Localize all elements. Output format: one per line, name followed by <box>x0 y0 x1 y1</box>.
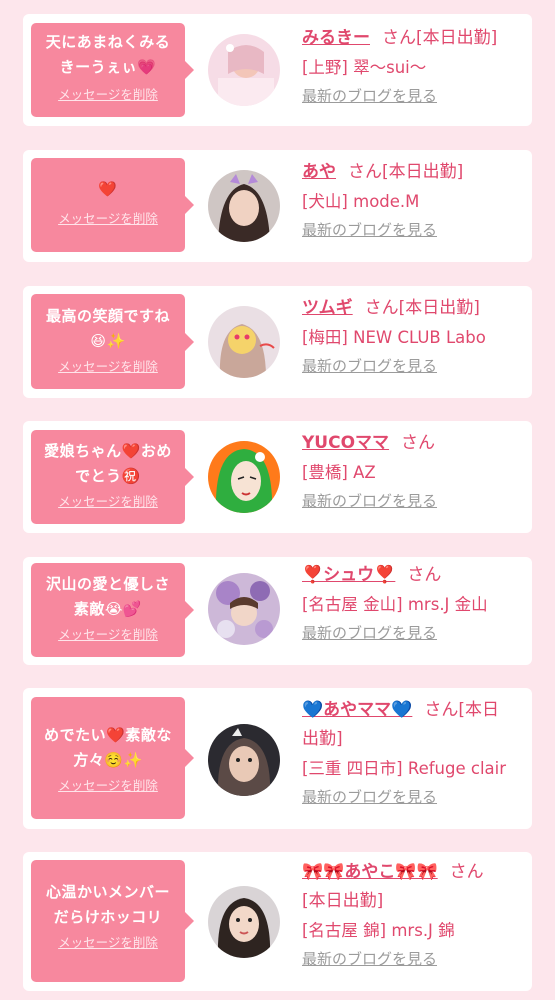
message-card: 心温かいメンバー だらけホッコリ メッセージを削除 🎀🎀あやこ🎀🎀 さん [本日出… <box>23 852 532 991</box>
latest-blog-link[interactable]: 最新のブログを見る <box>302 218 437 242</box>
avatar[interactable] <box>208 34 280 106</box>
message-text: 最高の笑顔ですね <box>45 307 170 325</box>
member-info: 💙あやママ💙 さん[本日 出勤] [三重 四日市] Refuge clair 最新… <box>302 696 522 809</box>
member-status: さん <box>401 433 436 453</box>
message-text: めでたい❤️素敵な <box>44 726 172 744</box>
delete-message-link[interactable]: メッセージを削除 <box>58 208 158 227</box>
member-status: 出勤] <box>302 729 343 749</box>
avatar[interactable] <box>208 573 280 645</box>
delete-message-link[interactable]: メッセージを削除 <box>58 356 158 375</box>
delete-message-link[interactable]: メッセージを削除 <box>58 932 158 951</box>
member-info: みるきー さん[本日出勤] [上野] 翠〜sui〜 最新のブログを見る <box>302 24 522 108</box>
member-info: ツムギ さん[本日出勤] [梅田] NEW CLUB Labo 最新のブログを見る <box>302 294 522 378</box>
message-bubble: 天にあまねくみる きーうぇぃ💗 メッセージを削除 <box>31 23 194 117</box>
member-status: さん[本日出勤] <box>382 28 498 48</box>
message-card: 天にあまねくみる きーうぇぃ💗 メッセージを削除 みるきー さん[本日出勤] [上… <box>23 14 532 126</box>
shop-name: [犬山] mode.M <box>302 192 420 211</box>
member-name-link[interactable]: 🎀🎀あやこ🎀🎀 <box>302 862 438 882</box>
delete-message-link[interactable]: メッセージを削除 <box>58 84 158 103</box>
message-card: 愛娘ちゃん❤️おめ でとう㊗️ メッセージを削除 YUCOママ さん [豊橋] A… <box>23 421 532 533</box>
avatar[interactable] <box>208 441 280 513</box>
member-info: あや さん[本日出勤] [犬山] mode.M 最新のブログを見る <box>302 158 522 242</box>
shop-name: [名古屋 錦] mrs.J 錦 <box>302 921 455 940</box>
avatar[interactable] <box>208 886 280 958</box>
message-bubble: 沢山の愛と優しさ 素敵😭💕 メッセージを削除 <box>31 563 194 657</box>
message-text: 方々☺️✨ <box>73 751 143 769</box>
avatar[interactable] <box>208 724 280 796</box>
delete-message-link[interactable]: メッセージを削除 <box>58 624 158 643</box>
message-card: 沢山の愛と優しさ 素敵😭💕 メッセージを削除 ❣️シュウ❣️ さん [名古屋 金山… <box>23 557 532 665</box>
message-text: 😆✨ <box>90 332 126 350</box>
avatar[interactable] <box>208 170 280 242</box>
shop-name: [上野] 翠〜sui〜 <box>302 58 427 77</box>
latest-blog-link[interactable]: 最新のブログを見る <box>302 785 437 809</box>
message-card: 最高の笑顔ですね 😆✨ メッセージを削除 ツムギ さん[本日出勤] [梅田] NE… <box>23 286 532 398</box>
member-status: さん <box>407 565 442 585</box>
message-text: 沢山の愛と優しさ <box>45 575 170 593</box>
shop-name: [豊橋] AZ <box>302 463 376 482</box>
message-bubble: 愛娘ちゃん❤️おめ でとう㊗️ メッセージを削除 <box>31 430 194 524</box>
message-text: ❤️ <box>98 180 118 198</box>
message-bubble: ❤️ メッセージを削除 <box>31 158 194 252</box>
member-info: YUCOママ さん [豊橋] AZ 最新のブログを見る <box>302 429 522 513</box>
message-text: だらけホッコリ <box>53 908 163 926</box>
message-text: 心温かいメンバー <box>45 883 170 901</box>
member-name-link[interactable]: 💙あやママ💙 <box>302 700 412 720</box>
member-name-link[interactable]: あや <box>302 162 336 182</box>
message-bubble: めでたい❤️素敵な 方々☺️✨ メッセージを削除 <box>31 697 194 819</box>
member-status: さん[本日出勤] <box>364 298 480 318</box>
message-card: ❤️ メッセージを削除 あや さん[本日出勤] [犬山] mode.M 最新のブロ… <box>23 150 532 262</box>
member-info: ❣️シュウ❣️ さん [名古屋 金山] mrs.J 金山 最新のブログを見る <box>302 561 522 645</box>
message-bubble: 最高の笑顔ですね 😆✨ メッセージを削除 <box>31 294 194 389</box>
message-card: めでたい❤️素敵な 方々☺️✨ メッセージを削除 💙あやママ💙 さん[本日 出勤]… <box>23 688 532 829</box>
member-name-link[interactable]: ❣️シュウ❣️ <box>302 565 395 585</box>
latest-blog-link[interactable]: 最新のブログを見る <box>302 489 437 513</box>
shop-name: [三重 四日市] Refuge clair <box>302 759 507 778</box>
latest-blog-link[interactable]: 最新のブログを見る <box>302 354 437 378</box>
member-status: [本日出勤] <box>302 891 384 911</box>
message-text: きーうぇぃ💗 <box>59 58 157 76</box>
member-name-link[interactable]: みるきー <box>302 28 370 48</box>
member-status: さん <box>449 862 484 882</box>
message-text: 素敵😭💕 <box>73 600 143 618</box>
message-list: 天にあまねくみる きーうぇぃ💗 メッセージを削除 みるきー さん[本日出勤] [上… <box>0 0 555 1000</box>
latest-blog-link[interactable]: 最新のブログを見る <box>302 621 437 645</box>
shop-name: [梅田] NEW CLUB Labo <box>302 328 486 347</box>
member-name-link[interactable]: YUCOママ <box>302 433 389 453</box>
shop-name: [名古屋 金山] mrs.J 金山 <box>302 595 488 614</box>
member-status: さん[本日 <box>424 700 499 720</box>
message-bubble: 心温かいメンバー だらけホッコリ メッセージを削除 <box>31 860 194 982</box>
member-status: さん[本日出勤] <box>348 162 464 182</box>
message-text: 天にあまねくみる <box>45 33 171 51</box>
latest-blog-link[interactable]: 最新のブログを見る <box>302 84 437 108</box>
member-name-link[interactable]: ツムギ <box>302 298 353 318</box>
member-info: 🎀🎀あやこ🎀🎀 さん [本日出勤] [名古屋 錦] mrs.J 錦 最新のブログを… <box>302 858 522 971</box>
latest-blog-link[interactable]: 最新のブログを見る <box>302 947 437 971</box>
message-text: 愛娘ちゃん❤️おめ <box>44 442 172 460</box>
delete-message-link[interactable]: メッセージを削除 <box>58 491 158 510</box>
delete-message-link[interactable]: メッセージを削除 <box>58 775 158 794</box>
message-text: でとう㊗️ <box>75 467 141 485</box>
avatar[interactable] <box>208 306 280 378</box>
